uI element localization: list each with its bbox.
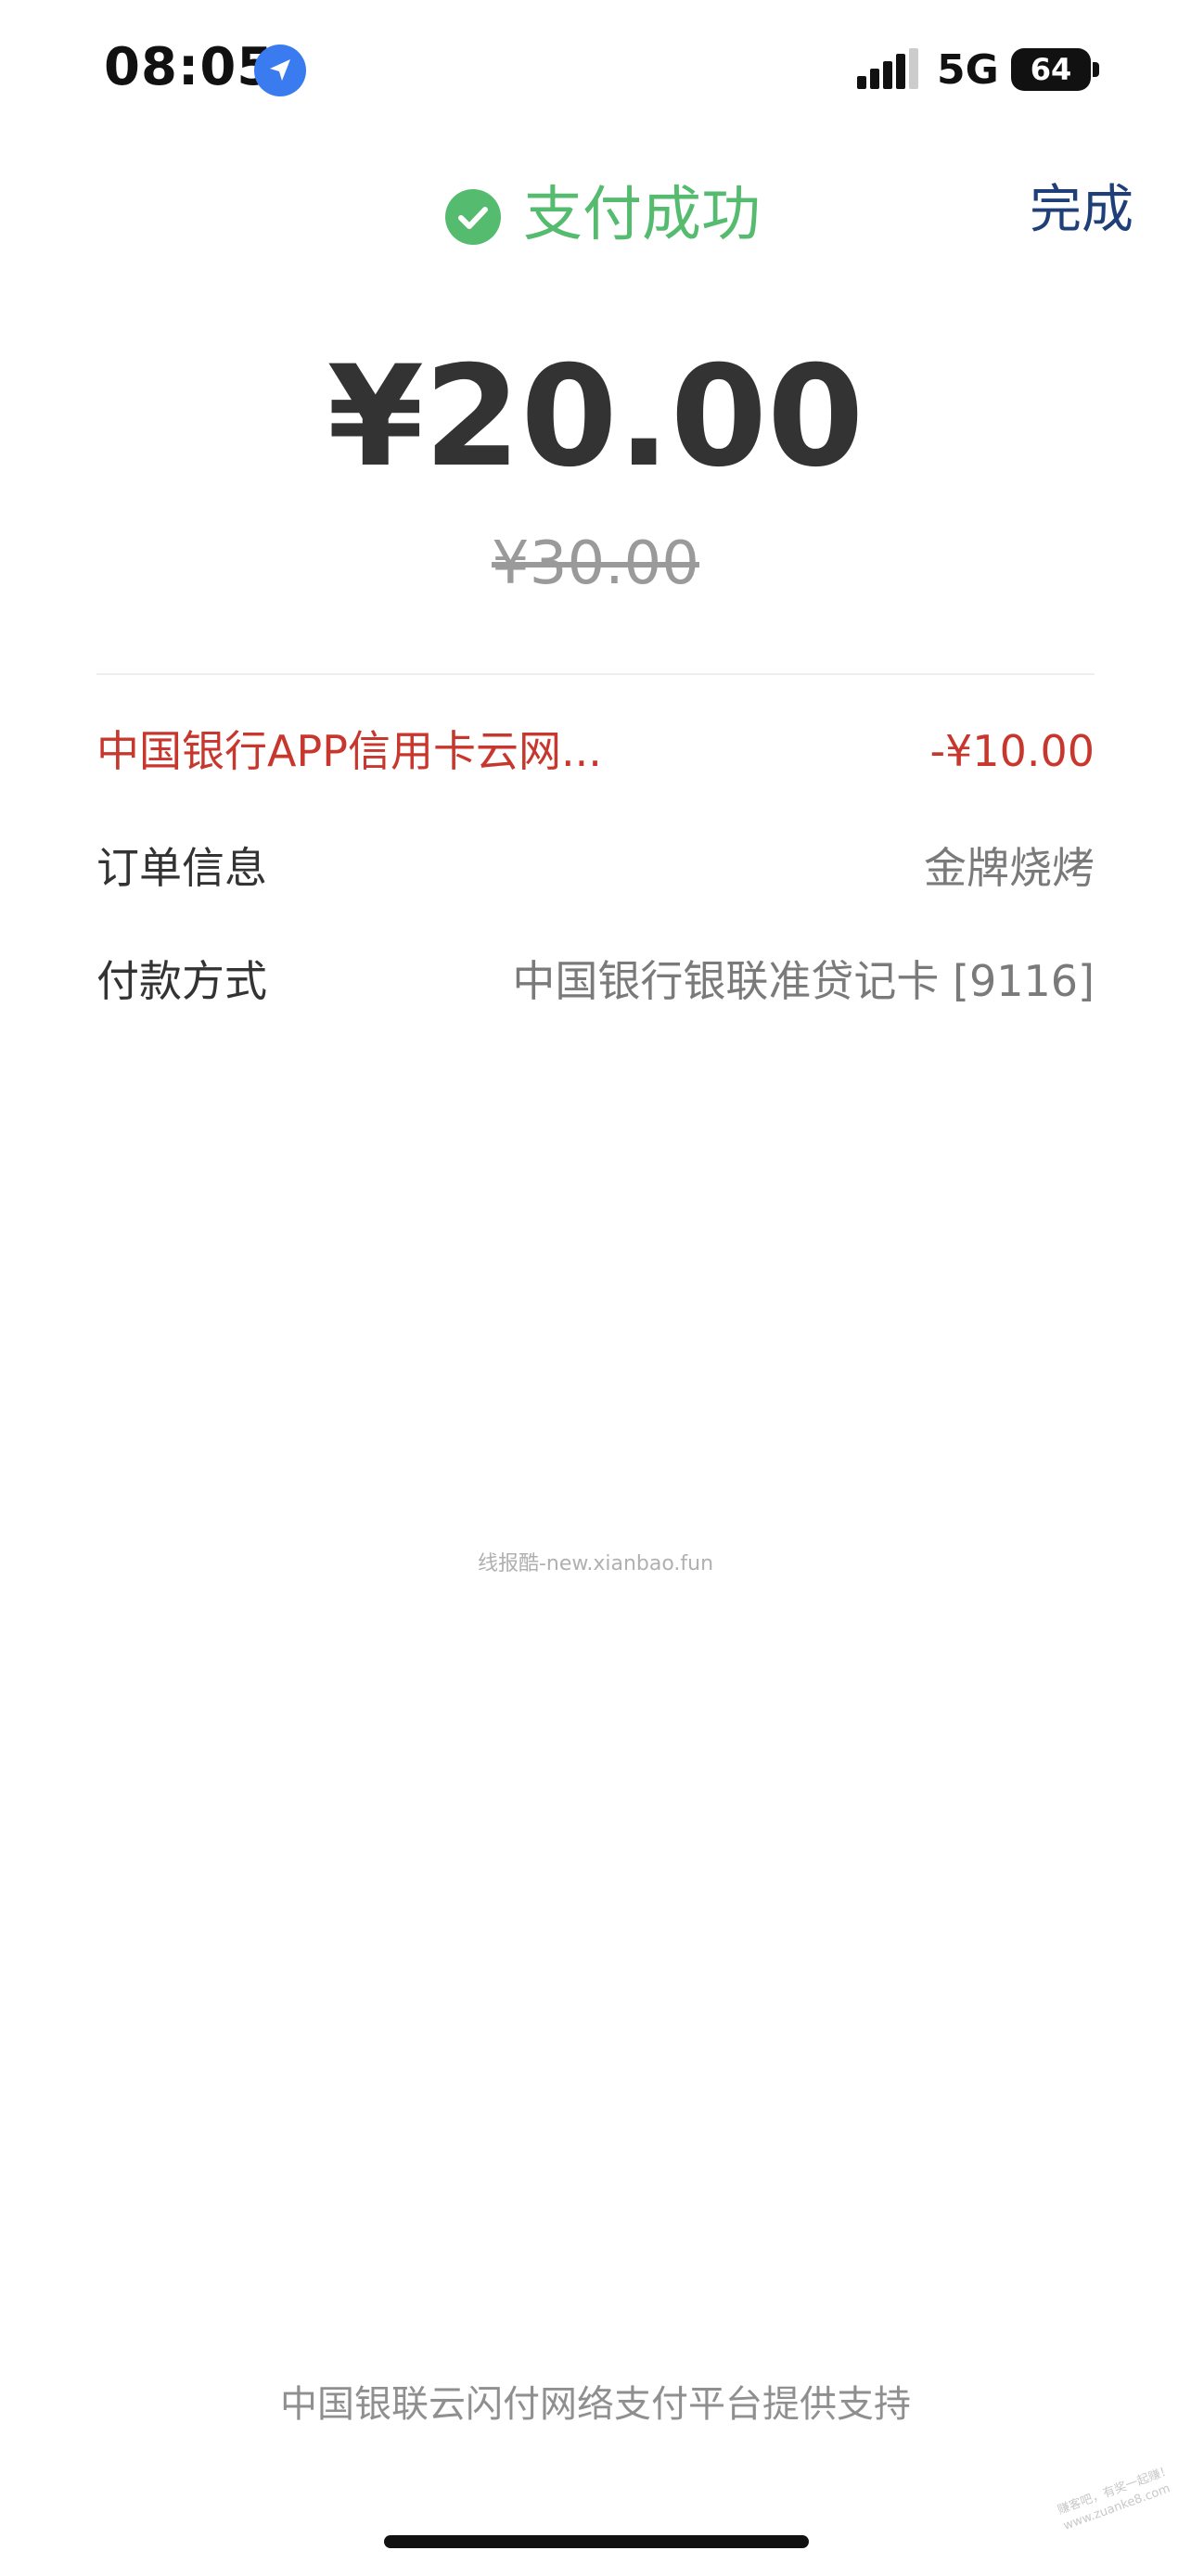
watermark: 线报酷-new.xianbao.fun [477, 1552, 714, 1575]
page-title: 支付成功 [523, 181, 761, 249]
status-time: 08:05 [104, 37, 275, 97]
home-indicator[interactable] [384, 2535, 809, 2548]
signal-bars-icon [857, 48, 918, 89]
network-type: 5G [937, 46, 999, 94]
battery-level: 64 [1011, 48, 1091, 91]
status-bar: 08:05 5G 64 [0, 0, 1191, 139]
paid-amount: ¥20.00 [327, 337, 864, 498]
payment-method-value: 中国银行银联准贷记卡 [9116] [512, 956, 1095, 1006]
divider [96, 673, 1095, 675]
done-button[interactable]: 完成 [1030, 178, 1133, 243]
payment-method-label: 付款方式 [96, 956, 267, 1006]
payment-method-row: 付款方式 中国银行银联准贷记卡 [9116] [96, 944, 1095, 1018]
corner-watermark: 赚客吧，有奖一起赚！ www.zuanke8.com [1056, 2463, 1174, 2533]
original-amount: ¥30.00 [492, 529, 699, 598]
payment-success-screen: 08:05 5G 64 支付成功 完成 ¥20.00 ¥30.00 中国银行AP… [0, 0, 1191, 2576]
discount-row: 中国银行APP信用卡云网... -¥10.00 [96, 714, 1095, 788]
battery-cap [1093, 62, 1099, 77]
discount-label: 中国银行APP信用卡云网... [96, 726, 602, 776]
header: 支付成功 完成 [0, 158, 1191, 260]
order-info-label: 订单信息 [96, 843, 267, 893]
battery-indicator: 64 [1011, 48, 1100, 91]
check-circle-icon [445, 189, 501, 245]
merchant-name: 金牌烧烤 [924, 843, 1095, 893]
footer-text: 中国银联云闪付网络支付平台提供支持 [280, 2383, 911, 2426]
order-info-row: 订单信息 金牌烧烤 [96, 831, 1095, 905]
location-arrow-icon [254, 45, 306, 96]
discount-value: -¥10.00 [929, 726, 1095, 776]
